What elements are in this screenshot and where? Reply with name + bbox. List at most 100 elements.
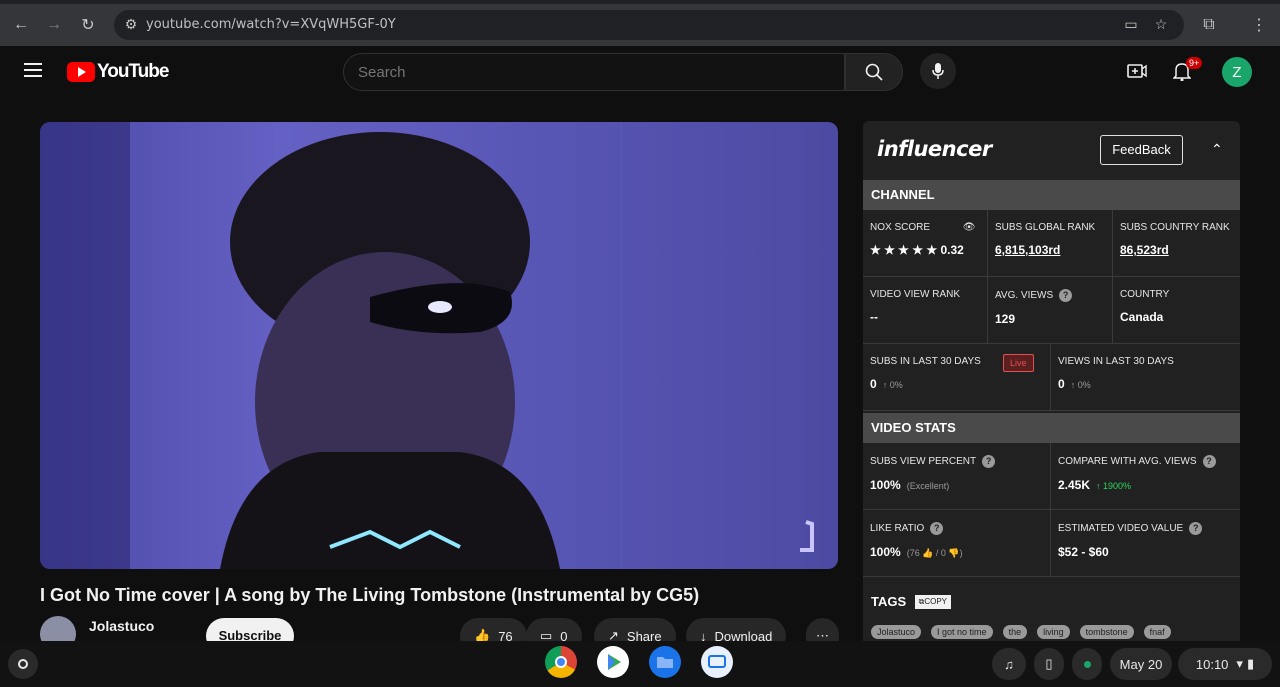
video-player[interactable] <box>40 122 838 569</box>
help-icon[interactable]: ? <box>1059 289 1073 302</box>
like-ratio-label: LIKE RATIO? <box>870 522 1043 535</box>
status-dot <box>1072 648 1102 680</box>
star-rating: ★ ★ ★ ★ ★ <box>870 243 938 257</box>
bookmark-star-icon[interactable]: ☆ <box>1152 16 1170 34</box>
video-view-rank-label: VIDEO VIEW RANK <box>870 289 961 300</box>
views-30-days-label: VIEWS IN LAST 30 DAYS <box>1058 356 1174 367</box>
subs-30-days-value: 0 ↑ 0% <box>870 377 903 391</box>
wifi-icon: ▾ <box>1236 656 1243 671</box>
help-icon[interactable]: ? <box>930 522 944 535</box>
launcher-circle-icon <box>18 659 28 669</box>
estimated-value-cell: ESTIMATED VIDEO VALUE? $52 - $60 <box>1051 510 1240 577</box>
video-view-rank-value: -- <box>870 310 878 324</box>
eye-icon[interactable]: 👁 <box>963 222 976 233</box>
screen-app-icon[interactable] <box>701 646 733 678</box>
microphone-icon <box>932 63 944 79</box>
compare-avg-views-value: 2.45K ↑ 1900% <box>1058 478 1132 492</box>
subs-country-rank-cell: SUBS COUNTRY RANK 86,523rd <box>1113 210 1240 277</box>
phone-hub-icon[interactable]: ▯ <box>1034 648 1064 680</box>
tag-chip[interactable]: living <box>1037 625 1070 639</box>
notification-count-badge: 9+ <box>1186 57 1203 69</box>
clock-time: 10:10 <box>1195 656 1229 672</box>
country-cell: COUNTRY Canada <box>1113 277 1240 344</box>
youtube-wordmark: YouTube <box>97 61 169 82</box>
search-input[interactable] <box>344 54 844 90</box>
like-ratio-value: 100% (76 👍 / 0 👎) <box>870 545 963 559</box>
influencer-panel: influencer FeedBack ⌃ CHANNEL NOX SCORE … <box>863 121 1240 641</box>
files-app-icon[interactable] <box>649 646 681 678</box>
channel-stats-row-2: VIDEO VIEW RANK -- AVG. VIEWS? 129 COUNT… <box>863 277 1240 344</box>
subs-country-rank-label: SUBS COUNTRY RANK <box>1120 222 1230 233</box>
subs-view-percent-label: SUBS VIEW PERCENT? <box>870 455 1043 468</box>
channel-stats-row-1: NOX SCORE 👁 ★ ★ ★ ★ ★ 0.32 SUBS GLOBAL R… <box>863 210 1240 277</box>
back-icon[interactable]: ← <box>8 12 34 38</box>
avg-views-cell: AVG. VIEWS? 129 <box>988 277 1113 344</box>
hamburger-menu-icon[interactable] <box>24 63 42 77</box>
collapse-chevron-up-icon[interactable]: ⌃ <box>1211 141 1223 158</box>
subs-global-rank-value[interactable]: 6,815,103rd <box>995 243 1105 257</box>
create-video-icon[interactable] <box>1125 59 1149 83</box>
tags-section: TAGS ⧉COPY Jolastuco I got no time the l… <box>863 577 1240 639</box>
channel-row: Jolastuco Subscribe 👍 76 ▭ 0 ↗ Share ↓ D… <box>40 612 840 654</box>
voice-search-button[interactable] <box>920 53 956 89</box>
help-icon[interactable]: ? <box>1202 455 1216 468</box>
tag-chip[interactable]: tombstone <box>1079 625 1134 639</box>
channel-stats-row-3: SUBS IN LAST 30 DAYS Live 0 ↑ 0% VIEWS IN… <box>863 344 1240 411</box>
help-icon[interactable]: ? <box>982 455 996 468</box>
extensions-icon[interactable]: ⧉ <box>1196 12 1222 38</box>
youtube-header: YouTube 9+ Z <box>0 46 1280 98</box>
live-tag[interactable]: Live <box>1003 354 1034 372</box>
site-info-icon[interactable]: ⚙ <box>122 16 140 34</box>
video-stats-row-1: SUBS VIEW PERCENT? 100% (Excellent) COMPA… <box>863 443 1240 510</box>
country-value: Canada <box>1120 310 1164 324</box>
date-pill[interactable]: May 20 <box>1110 648 1172 680</box>
influencer-header: influencer FeedBack ⌃ <box>863 121 1240 180</box>
video-stats-section-header: VIDEO STATS <box>863 413 1240 443</box>
views-30-days-value: 0 ↑ 0% <box>1058 377 1091 391</box>
subs-view-percent-cell: SUBS VIEW PERCENT? 100% (Excellent) <box>863 443 1051 510</box>
video-title: I Got No Time cover | A song by The Livi… <box>40 585 700 605</box>
youtube-logo[interactable]: YouTube <box>67 61 169 83</box>
play-store-app-icon[interactable] <box>597 646 629 678</box>
country-label: COUNTRY <box>1120 289 1170 300</box>
browser-menu-icon[interactable]: ⋮ <box>1246 12 1272 38</box>
compare-avg-views-cell: COMPARE WITH AVG. VIEWS? 2.45K ↑ 1900% <box>1051 443 1240 510</box>
media-controls-icon[interactable]: ♫ <box>992 648 1026 680</box>
subs-view-percent-value: 100% (Excellent) <box>870 478 950 492</box>
estimated-value-label: ESTIMATED VIDEO VALUE? <box>1058 522 1233 535</box>
status-tray[interactable]: 10:10 ▾ ▮ <box>1178 648 1272 680</box>
cast-icon[interactable]: ▭ <box>1122 16 1140 34</box>
subs-global-rank-label: SUBS GLOBAL RANK <box>995 222 1096 233</box>
nox-score-value: ★ ★ ★ ★ ★ 0.32 <box>870 243 964 257</box>
tag-chip[interactable]: the <box>1002 625 1028 639</box>
channel-name[interactable]: Jolastuco <box>89 618 154 634</box>
tag-chip[interactable]: fnaf <box>1143 625 1171 639</box>
search-button[interactable] <box>845 53 903 91</box>
copy-tags-button[interactable]: ⧉COPY <box>914 595 951 609</box>
url-text[interactable]: youtube.com/watch?v=XVqWH5GF-0Y <box>146 17 396 32</box>
help-icon[interactable]: ? <box>1189 522 1203 535</box>
influencer-logo: influencer <box>877 137 992 161</box>
views-30-days-cell: VIEWS IN LAST 30 DAYS 0 ↑ 0% <box>1051 344 1240 411</box>
launcher-button[interactable] <box>8 649 38 679</box>
browser-toolbar: ← → ↻ ⚙ youtube.com/watch?v=XVqWH5GF-0Y … <box>0 0 1280 46</box>
estimated-value-value: $52 - $60 <box>1058 545 1109 559</box>
tag-chip[interactable]: I got no time <box>931 625 993 639</box>
tag-chip[interactable]: Jolastuco <box>871 625 922 639</box>
feedback-button[interactable]: FeedBack <box>1100 135 1183 165</box>
address-bar[interactable]: ⚙ youtube.com/watch?v=XVqWH5GF-0Y ▭ ☆ <box>114 10 1184 40</box>
nox-score-cell: NOX SCORE 👁 ★ ★ ★ ★ ★ 0.32 <box>863 210 988 277</box>
battery-icon: ▮ <box>1246 656 1255 671</box>
reload-icon[interactable]: ↻ <box>75 12 101 38</box>
subs-country-rank-value[interactable]: 86,523rd <box>1120 243 1233 257</box>
user-avatar[interactable]: Z <box>1222 57 1252 87</box>
nox-score-label: NOX SCORE 👁 <box>870 222 976 233</box>
avg-views-label: AVG. VIEWS? <box>995 289 1105 302</box>
tags-label: TAGS <box>871 594 907 609</box>
chrome-app-icon[interactable] <box>545 646 577 678</box>
video-frame-figure <box>220 132 814 569</box>
subs-global-rank-cell: SUBS GLOBAL RANK 6,815,103rd <box>988 210 1113 277</box>
video-stats-row-2: LIKE RATIO? 100% (76 👍 / 0 👎) ESTIMATED V… <box>863 510 1240 577</box>
youtube-play-icon <box>67 62 95 82</box>
forward-icon[interactable]: → <box>41 12 67 38</box>
